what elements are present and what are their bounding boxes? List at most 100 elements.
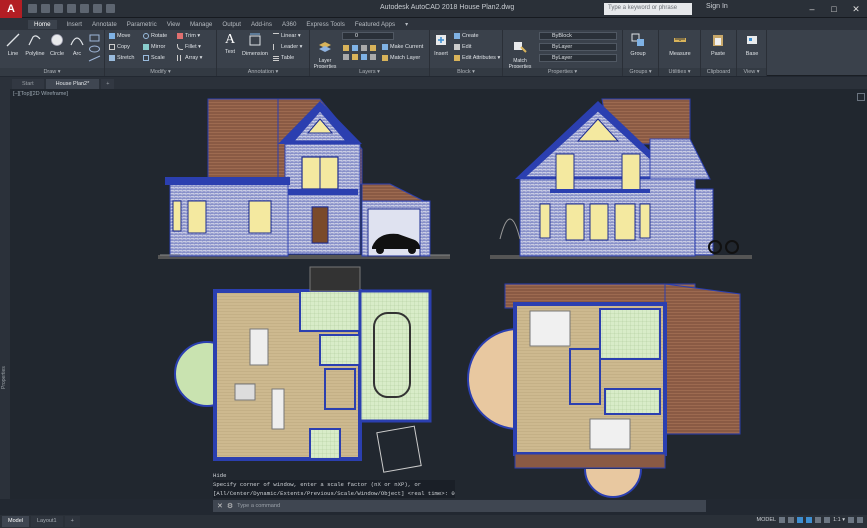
customization-icon[interactable] — [857, 517, 863, 523]
polyline-button[interactable]: Polyline — [25, 33, 45, 57]
sign-in-button[interactable]: Sign In — [706, 3, 728, 10]
mirror-button[interactable]: Mirror — [143, 44, 165, 50]
panel-title-draw[interactable]: Draw ▾ — [0, 68, 104, 76]
properties-palette-strip[interactable]: Properties — [0, 89, 10, 499]
trim-button[interactable]: Trim ▾ — [177, 33, 200, 39]
dimension-button[interactable]: Dimension — [241, 33, 269, 57]
grid-icon[interactable] — [779, 517, 786, 523]
panel-title-layers[interactable]: Layers ▾ — [310, 68, 429, 76]
panel-title-groups[interactable]: Groups ▾ — [623, 68, 658, 76]
edit-attributes-button[interactable]: Edit Attributes ▾ — [454, 55, 500, 61]
linetype-dropdown[interactable]: ByLayer — [539, 43, 617, 51]
panel-title-block[interactable]: Block ▾ — [430, 68, 502, 76]
redo-icon[interactable] — [106, 4, 115, 13]
drawing-canvas[interactable]: [–][Top][2D Wireframe] — [10, 89, 867, 499]
doc-tab-start[interactable]: Start — [12, 79, 44, 89]
polyline-icon — [28, 35, 41, 46]
customize-icon[interactable]: ⚙ — [227, 502, 233, 510]
color-dropdown[interactable]: ByBlock — [539, 32, 617, 40]
panel-title-view[interactable]: View ▾ — [737, 68, 766, 76]
measure-button[interactable]: Measure — [665, 33, 695, 57]
layer-properties-button[interactable]: Layer Properties — [312, 40, 338, 70]
group-icon — [631, 33, 644, 46]
annotation-scale[interactable]: 1:1 ▾ — [833, 517, 845, 523]
array-button[interactable]: Array ▾ — [177, 55, 202, 61]
add-layout-button[interactable]: + — [64, 516, 80, 527]
tab-output[interactable]: Output — [222, 21, 241, 28]
tab-featured-apps[interactable]: Featured Apps — [355, 21, 395, 28]
polar-icon[interactable] — [806, 517, 813, 523]
scale-button[interactable]: Scale — [143, 55, 165, 61]
paste-button[interactable]: Paste — [709, 33, 727, 57]
group-button[interactable]: Group — [629, 33, 647, 57]
copy-button[interactable]: Copy — [109, 44, 130, 50]
save-as-icon[interactable] — [67, 4, 76, 13]
leader-button[interactable]: Leader ▾ — [273, 44, 302, 50]
tab-model[interactable]: Model — [2, 516, 29, 527]
make-current-icon — [382, 44, 388, 50]
lineweight-icon[interactable] — [824, 517, 831, 523]
save-icon[interactable] — [54, 4, 63, 13]
doc-tab-house-plan[interactable]: House Plan2* — [45, 79, 100, 89]
new-tab-button[interactable]: + — [101, 79, 115, 89]
command-line[interactable]: ✕ ⚙ Type a command — [213, 500, 706, 512]
tab-manage[interactable]: Manage — [190, 21, 212, 28]
make-current-button[interactable]: Make Current — [382, 44, 423, 50]
panel-title-clipboard[interactable]: Clipboard — [701, 68, 736, 76]
snap-icon[interactable] — [788, 517, 795, 523]
stretch-button[interactable]: Stretch — [109, 55, 134, 61]
match-layer-button[interactable]: Match Layer — [382, 55, 420, 61]
close-button[interactable]: ✕ — [845, 0, 867, 18]
panel-title-utilities[interactable]: Utilities ▾ — [659, 68, 700, 76]
ribbon-tabs: Home Insert Annotate Parametric View Man… — [0, 18, 867, 30]
tab-express-tools[interactable]: Express Tools — [306, 21, 344, 28]
tab-a360[interactable]: A360 — [282, 21, 296, 28]
open-icon[interactable] — [41, 4, 50, 13]
ortho-icon[interactable] — [797, 517, 804, 523]
tab-view[interactable]: View — [167, 21, 180, 28]
draw-extra-icons[interactable] — [88, 34, 102, 64]
model-space-indicator[interactable]: MODEL — [757, 517, 777, 523]
tab-parametric[interactable]: Parametric — [127, 21, 157, 28]
text-button[interactable]: A Text — [221, 33, 239, 56]
tab-addins[interactable]: Add-ins — [251, 21, 272, 28]
panel-title-annotation[interactable]: Annotation ▾ — [217, 68, 309, 76]
tab-more[interactable]: ▾ — [405, 21, 408, 28]
tab-insert[interactable]: Insert — [67, 21, 82, 28]
lineweight-dropdown[interactable]: ByLayer — [539, 54, 617, 62]
rotate-button[interactable]: Rotate — [143, 33, 167, 39]
arc-icon — [70, 37, 84, 46]
circle-button[interactable]: Circle — [48, 33, 66, 57]
edit-block-button[interactable]: Edit — [454, 44, 471, 50]
table-button[interactable]: Table — [273, 55, 294, 61]
insert-button[interactable]: Insert — [432, 33, 450, 57]
maximize-button[interactable]: □ — [823, 0, 845, 18]
close-command-line-icon[interactable]: ✕ — [217, 502, 223, 510]
fillet-button[interactable]: Fillet ▾ — [177, 44, 201, 50]
layer-dropdown[interactable]: 0 — [342, 32, 394, 40]
autocad-window: A Autodesk AutoCAD 2018 House Plan2.dwg … — [0, 0, 867, 528]
command-input[interactable]: Type a command — [237, 503, 280, 509]
arc-button[interactable]: Arc — [68, 33, 86, 57]
autocad-logo-icon[interactable]: A — [0, 0, 22, 18]
layer-tools-icons[interactable] — [342, 44, 380, 62]
undo-icon[interactable] — [93, 4, 102, 13]
osnap-icon[interactable] — [815, 517, 822, 523]
search-input[interactable]: Type a keyword or phrase — [604, 3, 692, 15]
linear-button[interactable]: Linear ▾ — [273, 33, 301, 39]
minimize-button[interactable]: – — [801, 0, 823, 18]
base-button[interactable]: Base — [743, 33, 761, 57]
tab-annotate[interactable]: Annotate — [92, 21, 117, 28]
tab-home[interactable]: Home — [28, 19, 57, 29]
plot-icon[interactable] — [80, 4, 89, 13]
workspace-icon[interactable] — [848, 517, 854, 523]
line-button[interactable]: Line — [4, 33, 22, 57]
panel-title-modify[interactable]: Modify ▾ — [105, 68, 216, 76]
tab-layout1[interactable]: Layout1 — [30, 516, 63, 527]
circle-icon — [51, 34, 63, 46]
panel-title-properties[interactable]: Properties ▾ — [503, 68, 622, 76]
move-button[interactable]: Move — [109, 33, 130, 39]
create-block-button[interactable]: Create — [454, 33, 479, 39]
new-icon[interactable] — [28, 4, 37, 13]
match-properties-button[interactable]: Match Properties — [507, 40, 533, 70]
